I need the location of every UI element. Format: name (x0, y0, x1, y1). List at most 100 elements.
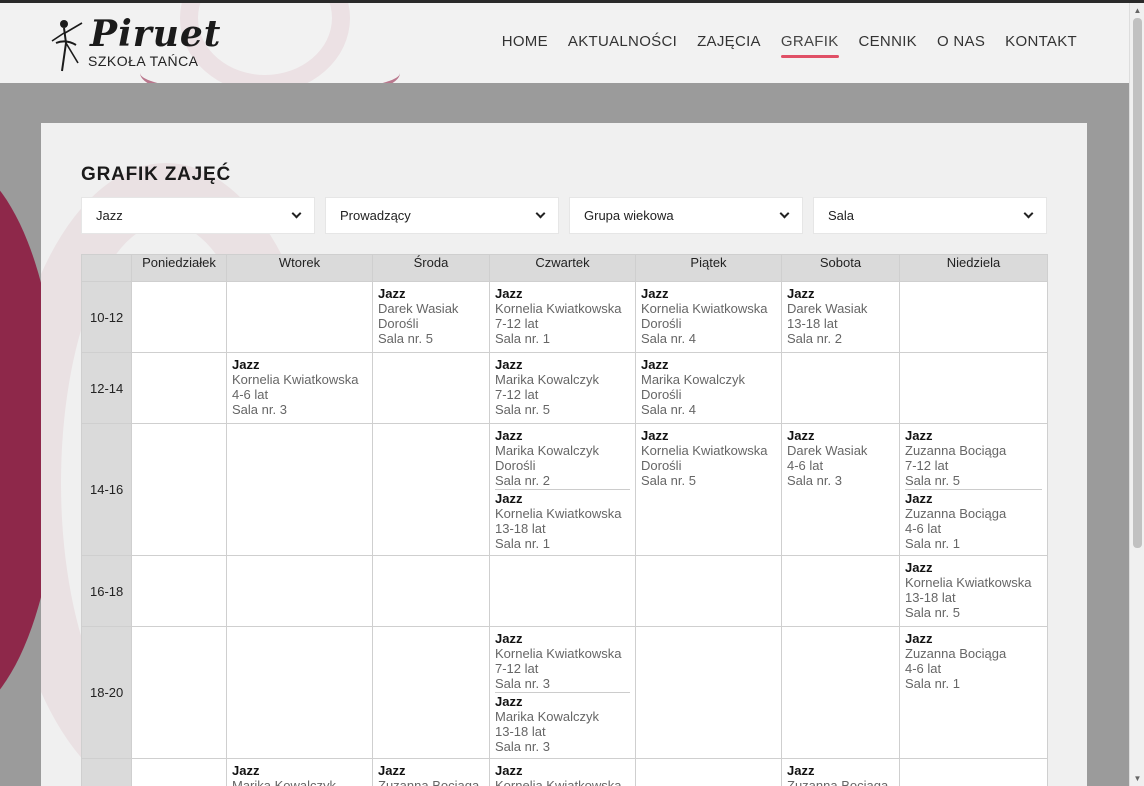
schedule-cell: Jazz Zuzanna Bociąga (372, 758, 490, 786)
filter-bar: Jazz Prowadzący Grupa wiekowa Sala (81, 197, 1047, 234)
class-entry[interactable]: Jazz Zuzanna Bociąga (787, 763, 894, 786)
age-group-select[interactable]: Grupa wiekowa (569, 197, 803, 234)
class-teacher: Zuzanna Bociąga (787, 778, 889, 786)
class-entry[interactable]: Jazz Kornelia Kwiatkowska Dorośli Sala nr. … (641, 428, 776, 488)
style-select[interactable]: Jazz (81, 197, 315, 234)
schedule-cell (781, 352, 900, 424)
nav-grafik[interactable]: GRAFIK (780, 33, 839, 58)
class-age-group: 7-12 lat (905, 458, 949, 473)
teacher-select[interactable]: Prowadzący (325, 197, 559, 234)
schedule-row: 14-16 Jazz Marika Kowalczyk Dorośli Sala nr.… (81, 423, 1048, 556)
scroll-down-arrow-icon[interactable]: ▼ (1130, 771, 1144, 786)
schedule-cell (635, 758, 782, 786)
class-name: Jazz (232, 763, 260, 778)
brand-name: Piruet (90, 13, 222, 55)
class-entry[interactable]: Jazz Marika Kowalczyk Dorośli Sala nr. 4 (641, 357, 776, 417)
class-entry[interactable]: Jazz Kornelia Kwiatkowska 7-12 lat Sala nr.… (495, 286, 630, 346)
class-age-group: Dorośli (641, 316, 682, 331)
chevron-down-icon (779, 208, 790, 219)
page-title: GRAFIK ZAJĘĆ (81, 164, 231, 185)
class-name: Jazz (378, 763, 406, 778)
class-entry[interactable]: Jazz Kornelia Kwiatkowska Dorośli Sala nr. … (641, 286, 776, 346)
time-header (81, 254, 132, 282)
class-name: Jazz (495, 631, 523, 646)
schedule-cell (372, 626, 490, 759)
nav-cennik[interactable]: CENNIK (859, 33, 917, 54)
room-select[interactable]: Sala (813, 197, 1047, 234)
class-name: Jazz (787, 428, 815, 443)
nav-aktualnosci[interactable]: AKTUALNOŚCI (568, 33, 677, 54)
page-scrollbar[interactable]: ▲ ▼ (1129, 3, 1144, 786)
class-entry[interactable]: Jazz Zuzanna Bociąga 4-6 lat Sala nr. 1 (905, 631, 1042, 691)
schedule-cell: Jazz Kornelia Kwiatkowska (489, 758, 636, 786)
class-teacher: Zuzanna Bociąga (905, 506, 1007, 521)
class-entry[interactable]: Jazz Kornelia Kwiatkowska 13-18 lat Sala nr… (905, 560, 1042, 620)
class-age-group: Dorośli (641, 387, 682, 402)
class-room: Sala nr. 5 (495, 402, 550, 417)
schedule-cell: Jazz Darek Wasiak Dorośli Sala nr. 5 (372, 281, 490, 353)
class-teacher: Kornelia Kwiatkowska (495, 506, 622, 521)
class-age-group: 4-6 lat (905, 661, 942, 676)
class-teacher: Darek Wasiak (787, 443, 868, 458)
nav-o-nas[interactable]: O NAS (937, 33, 985, 54)
class-entry[interactable]: Jazz Darek Wasiak Dorośli Sala nr. 5 (378, 286, 484, 346)
scrollbar-thumb[interactable] (1133, 18, 1142, 548)
class-name: Jazz (495, 286, 523, 301)
class-room: Sala nr. 5 (905, 473, 960, 488)
class-entry[interactable]: Jazz Marika Kowalczyk 7-12 lat Sala nr. 5 (495, 357, 630, 417)
class-name: Jazz (378, 286, 406, 301)
class-entry[interactable]: Jazz Zuzanna Bociąga 7-12 lat Sala nr. 5 (905, 428, 1042, 488)
main-nav: HOME AKTUALNOŚCI ZAJĘCIA GRAFIK CENNIK O… (502, 33, 1077, 58)
class-name: Jazz (232, 357, 260, 372)
class-teacher: Darek Wasiak (787, 301, 868, 316)
nav-home[interactable]: HOME (502, 33, 548, 54)
class-room: Sala nr. 5 (378, 331, 433, 346)
class-entry[interactable]: Jazz Zuzanna Bociąga 4-6 lat Sala nr. 1 (905, 489, 1042, 551)
class-entry[interactable]: Jazz Kornelia Kwiatkowska 13-18 lat Sala nr… (495, 489, 630, 551)
class-teacher: Darek Wasiak (378, 301, 459, 316)
class-teacher: Kornelia Kwiatkowska (495, 646, 622, 661)
logo[interactable]: Piruet SZKOŁA TAŃCA (48, 13, 220, 73)
teacher-select-value: Prowadzący (340, 208, 411, 223)
class-name: Jazz (641, 286, 669, 301)
schedule-cell: Jazz Kornelia Kwiatkowska Dorośli Sala nr. … (635, 281, 782, 353)
nav-kontakt[interactable]: KONTAKT (1005, 33, 1077, 54)
class-entry[interactable]: Jazz Zuzanna Bociąga (378, 763, 484, 786)
class-room: Sala nr. 4 (641, 402, 696, 417)
schedule-cell (131, 555, 227, 627)
class-entry[interactable]: Jazz Marika Kowalczyk Dorośli Sala nr. 2 (495, 428, 630, 488)
class-entry[interactable]: Jazz Marika Kowalczyk 13-18 lat Sala nr. 3 (495, 692, 630, 754)
schedule-cell (635, 626, 782, 759)
class-entry[interactable]: Jazz Darek Wasiak 13-18 lat Sala nr. 2 (787, 286, 894, 346)
class-entry[interactable]: Jazz Kornelia Kwiatkowska (495, 763, 630, 786)
class-room: Sala nr. 4 (641, 331, 696, 346)
class-teacher: Kornelia Kwiatkowska (495, 301, 622, 316)
class-teacher: Marika Kowalczyk (495, 443, 600, 458)
class-teacher: Kornelia Kwiatkowska (905, 575, 1032, 590)
class-name: Jazz (905, 428, 933, 443)
class-entry[interactable]: Jazz Kornelia Kwiatkowska 7-12 lat Sala nr.… (495, 631, 630, 691)
day-header: Piątek (635, 254, 782, 282)
schedule-row: 12-14 Jazz Kornelia Kwiatkowska 4-6 lat Sala… (81, 352, 1048, 424)
schedule-cell: Jazz Kornelia Kwiatkowska 13-18 lat Sala nr… (899, 555, 1048, 627)
nav-zajecia[interactable]: ZAJĘCIA (697, 33, 761, 54)
schedule-cell (131, 423, 227, 556)
schedule-row: Jazz Marika Kowalczyk Jazz Zuzanna Bociąga J… (81, 758, 1048, 786)
schedule-cell (226, 555, 373, 627)
class-entry[interactable]: Jazz Kornelia Kwiatkowska 4-6 lat Sala nr. … (232, 357, 367, 417)
class-room: Sala nr. 1 (495, 536, 550, 551)
class-name: Jazz (905, 560, 933, 575)
class-entry[interactable]: Jazz Marika Kowalczyk (232, 763, 367, 786)
time-slot: 16-18 (81, 555, 132, 627)
schedule-cell (899, 758, 1048, 786)
brand-subtitle: SZKOŁA TAŃCA (88, 53, 199, 69)
class-age-group: 13-18 lat (905, 590, 956, 605)
schedule-cell: Jazz Zuzanna Bociąga (781, 758, 900, 786)
schedule-panel: GRAFIK ZAJĘĆ Jazz Prowadzący Grupa wieko… (41, 123, 1087, 786)
class-entry[interactable]: Jazz Darek Wasiak 4-6 lat Sala nr. 3 (787, 428, 894, 488)
scroll-up-arrow-icon[interactable]: ▲ (1130, 3, 1144, 18)
class-age-group: Dorośli (641, 458, 682, 473)
schedule-cell (131, 281, 227, 353)
schedule-cell (131, 758, 227, 786)
class-age-group: 13-18 lat (787, 316, 838, 331)
